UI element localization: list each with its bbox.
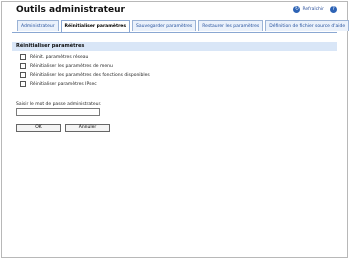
tab-bar: Administrateur Réinitialiser paramètres … <box>17 20 350 32</box>
header-actions: ↻ Refraîchir ? <box>293 6 337 13</box>
ok-button[interactable]: OK <box>16 124 61 132</box>
password-label: Saisir le mot de passe administrateur. <box>16 102 102 107</box>
window-frame: Outils administrateur ↻ Refraîchir ? Adm… <box>1 1 350 258</box>
option-reinit-reseau[interactable]: Réinit. paramètres réseau <box>20 54 88 60</box>
refresh-label: Refraîchir <box>302 7 324 12</box>
option-reinit-ipsec[interactable]: Réinitialiser paramètres IPsec <box>20 81 97 87</box>
page-title: Outils administrateur <box>16 5 125 15</box>
refresh-button[interactable]: ↻ Refraîchir <box>293 6 324 13</box>
refresh-icon: ↻ <box>293 6 301 13</box>
tab-restaurer-parametres[interactable]: Restaurer les paramètres <box>198 20 264 31</box>
section-title: Réinitialiser paramètres <box>16 43 85 49</box>
option-label: Réinitialiser paramètres IPsec <box>30 81 97 87</box>
option-label: Réinitialiser les paramètres des fonctio… <box>30 72 150 78</box>
password-input[interactable] <box>16 108 100 116</box>
tab-reinitialiser-parametres[interactable]: Réinitialiser paramètres <box>60 20 131 32</box>
checkbox[interactable] <box>20 54 26 60</box>
cancel-button[interactable]: Annuler <box>65 124 110 132</box>
checkbox[interactable] <box>20 81 26 87</box>
option-reinit-menu[interactable]: Réinitialiser les paramètres de menu <box>20 63 113 69</box>
option-label: Réinitialiser les paramètres de menu <box>30 63 113 69</box>
checkbox[interactable] <box>20 63 26 69</box>
tab-administrateur[interactable]: Administrateur <box>17 20 59 31</box>
help-icon[interactable]: ? <box>330 6 337 13</box>
option-reinit-fonctions[interactable]: Réinitialiser les paramètres des fonctio… <box>20 72 150 78</box>
tab-definition-fichier-aide[interactable]: Définition de fichier source d'aide <box>265 20 350 31</box>
tab-divider <box>12 32 337 33</box>
checkbox[interactable] <box>20 72 26 78</box>
option-label: Réinit. paramètres réseau <box>30 54 89 60</box>
tab-sauvegarder-parametres[interactable]: Sauvegarder paramètres <box>132 20 197 31</box>
